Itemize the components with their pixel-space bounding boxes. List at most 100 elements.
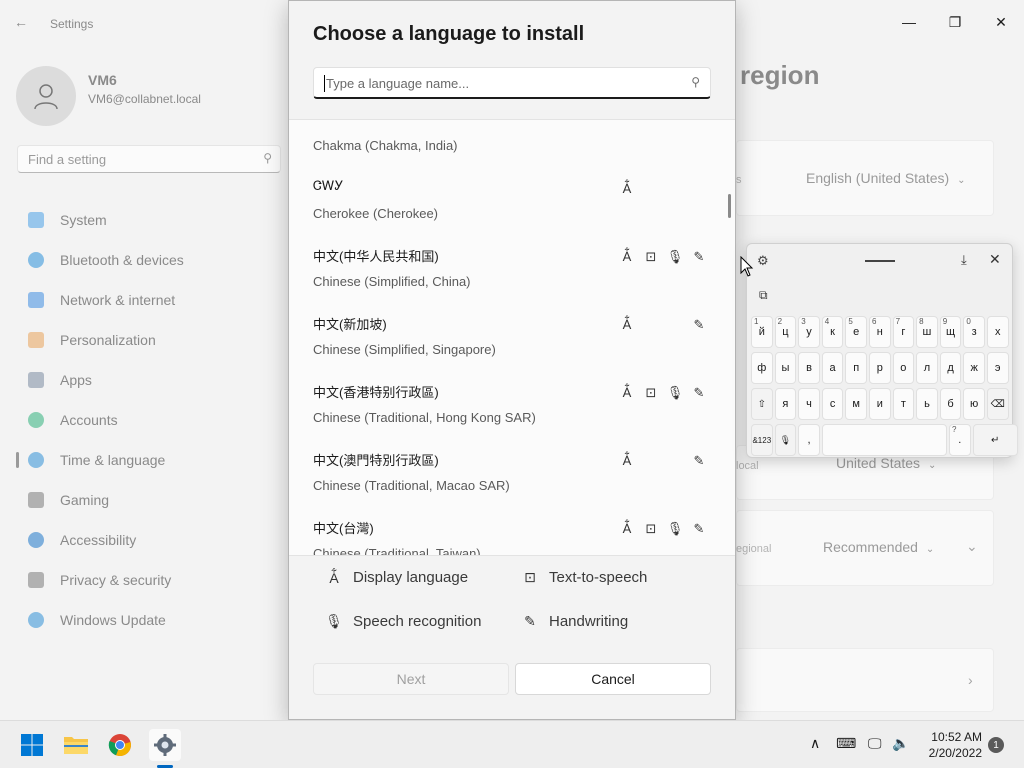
key[interactable]: э bbox=[986, 352, 1009, 384]
backspace-key[interactable]: ⌫ bbox=[986, 388, 1009, 420]
shift-key[interactable]: ⇧ bbox=[751, 388, 773, 420]
sidebar-item-apps[interactable]: Apps bbox=[16, 360, 282, 400]
display-language-icon: A͋ bbox=[622, 249, 632, 264]
close-icon[interactable]: ✕ bbox=[989, 251, 1001, 268]
key[interactable]: д bbox=[939, 352, 962, 384]
keyboard-icon[interactable]: ⌨ bbox=[836, 735, 856, 752]
key[interactable]: 8ш bbox=[916, 316, 938, 348]
expand-chevron-icon[interactable]: ⌄ bbox=[966, 538, 978, 555]
chevron-down-icon: ⌄ bbox=[957, 175, 966, 186]
key[interactable]: 0з bbox=[963, 316, 985, 348]
key[interactable]: 1й bbox=[751, 316, 773, 348]
list-item[interactable]: 中文(中华人民共和国) Chinese (Simplified, China) … bbox=[289, 238, 735, 306]
list-scrollbar[interactable] bbox=[728, 194, 731, 218]
key[interactable]: л bbox=[916, 352, 938, 384]
text-to-speech-icon: ⊡ bbox=[645, 521, 657, 536]
list-item[interactable]: 中文(台灣) Chinese (Traditional, Taiwan) A͋ … bbox=[289, 510, 735, 555]
language-english-name: Chinese (Simplified, Singapore) bbox=[313, 342, 496, 357]
sidebar-item-windows-update[interactable]: Windows Update bbox=[16, 600, 282, 640]
related-settings-card[interactable] bbox=[736, 648, 994, 712]
sidebar-item-gaming[interactable]: Gaming bbox=[16, 480, 282, 520]
enter-key[interactable]: ↵ bbox=[972, 424, 1018, 456]
network-icon[interactable]: 🖵 bbox=[868, 735, 882, 752]
text-to-speech-icon: ⊡ bbox=[645, 385, 657, 400]
clock[interactable]: 10:52 AM 2/20/2022 bbox=[918, 729, 982, 761]
list-item[interactable]: 中文(澳門特別行政區) Chinese (Traditional, Macao … bbox=[289, 442, 735, 510]
key[interactable]: м bbox=[845, 388, 867, 420]
drag-handle[interactable] bbox=[865, 260, 895, 262]
key-label: н bbox=[876, 326, 883, 338]
back-icon[interactable]: ← bbox=[14, 14, 34, 34]
language-list[interactable]: Chakma (Chakma, India) ᏣᎳᎩ Cherokee (Che… bbox=[289, 119, 735, 556]
file-explorer-button[interactable] bbox=[60, 729, 92, 761]
symbols-key[interactable]: &123 bbox=[751, 424, 773, 456]
key[interactable]: в bbox=[798, 352, 820, 384]
clipboard-icon[interactable]: ⧉ bbox=[759, 288, 768, 303]
cancel-button[interactable]: Cancel bbox=[515, 663, 711, 695]
microphone-key[interactable]: 🎙 bbox=[774, 424, 797, 456]
key[interactable]: ь bbox=[916, 388, 938, 420]
key[interactable]: 7г bbox=[892, 316, 915, 348]
list-item[interactable]: Chakma (Chakma, India) bbox=[289, 120, 735, 170]
key-label: к bbox=[830, 326, 835, 338]
sidebar-item-time-language[interactable]: Time & language bbox=[16, 440, 282, 480]
next-button[interactable]: Next bbox=[313, 663, 509, 695]
maximize-button[interactable]: ❐ bbox=[932, 6, 978, 38]
display-language-icon: A͋ bbox=[622, 453, 632, 468]
legend-text-to-speech: ⊡ Text-to-speech bbox=[521, 569, 647, 586]
text-to-speech-icon: ⊡ bbox=[524, 569, 536, 585]
key[interactable]: 3у bbox=[798, 316, 820, 348]
sidebar-item-system[interactable]: System bbox=[16, 200, 282, 240]
list-item[interactable]: 中文(香港特别行政區) Chinese (Traditional, Hong K… bbox=[289, 374, 735, 442]
key[interactable]: х bbox=[986, 316, 1009, 348]
key[interactable]: ю bbox=[963, 388, 985, 420]
sidebar-item-network[interactable]: Network & internet bbox=[16, 280, 282, 320]
list-item[interactable]: 中文(新加坡) Chinese (Simplified, Singapore) … bbox=[289, 306, 735, 374]
language-search-input[interactable]: Type a language name... ⚲ bbox=[313, 67, 711, 99]
key[interactable]: и bbox=[868, 388, 891, 420]
key[interactable]: ф bbox=[751, 352, 773, 384]
key[interactable]: п bbox=[845, 352, 867, 384]
key[interactable]: 9щ bbox=[939, 316, 962, 348]
key[interactable]: а bbox=[821, 352, 844, 384]
sidebar-item-label: System bbox=[60, 212, 107, 228]
key[interactable]: с bbox=[821, 388, 844, 420]
key[interactable]: р bbox=[868, 352, 891, 384]
settings-taskbar-button[interactable] bbox=[149, 729, 181, 761]
space-key[interactable] bbox=[821, 424, 947, 456]
period-key[interactable]: ?. bbox=[948, 424, 971, 456]
key[interactable]: я bbox=[774, 388, 797, 420]
chevron-up-icon[interactable]: ∧ bbox=[810, 735, 820, 752]
key[interactable]: ж bbox=[963, 352, 985, 384]
regional-format-dropdown[interactable]: Recommended ⌄ bbox=[813, 532, 949, 564]
key[interactable]: ы bbox=[774, 352, 797, 384]
sidebar-item-label: Accounts bbox=[60, 412, 118, 428]
key[interactable]: б bbox=[939, 388, 962, 420]
chrome-button[interactable] bbox=[104, 729, 136, 761]
gear-icon[interactable]: ⚙ bbox=[757, 253, 769, 269]
sidebar-item-privacy[interactable]: Privacy & security bbox=[16, 560, 282, 600]
sidebar-item-accounts[interactable]: Accounts bbox=[16, 400, 282, 440]
key[interactable]: 2ц bbox=[774, 316, 797, 348]
sidebar-item-personalization[interactable]: Personalization bbox=[16, 320, 282, 360]
language-dropdown[interactable]: English (United States) ⌄ bbox=[796, 163, 976, 195]
key[interactable]: о bbox=[892, 352, 915, 384]
volume-icon[interactable]: 🔈 bbox=[892, 735, 909, 752]
key[interactable]: 4к bbox=[821, 316, 844, 348]
dock-icon[interactable]: ⤓ bbox=[961, 252, 967, 268]
minimize-button[interactable]: — bbox=[886, 6, 932, 38]
key[interactable]: т bbox=[892, 388, 915, 420]
key-label: г bbox=[901, 326, 906, 338]
sidebar-item-bluetooth[interactable]: Bluetooth & devices bbox=[16, 240, 282, 280]
person-icon bbox=[28, 412, 44, 428]
key[interactable]: 5е bbox=[845, 316, 867, 348]
notification-badge[interactable]: 1 bbox=[988, 737, 1004, 753]
comma-key[interactable]: , bbox=[798, 424, 820, 456]
list-item[interactable]: ᏣᎳᎩ Cherokee (Cherokee) A͋ bbox=[289, 170, 735, 238]
find-setting-input[interactable]: Find a setting ⚲ bbox=[17, 145, 281, 173]
close-button[interactable]: ✕ bbox=[978, 6, 1024, 38]
sidebar-item-accessibility[interactable]: Accessibility bbox=[16, 520, 282, 560]
start-button[interactable] bbox=[16, 729, 48, 761]
key[interactable]: ч bbox=[798, 388, 820, 420]
key[interactable]: 6н bbox=[868, 316, 891, 348]
